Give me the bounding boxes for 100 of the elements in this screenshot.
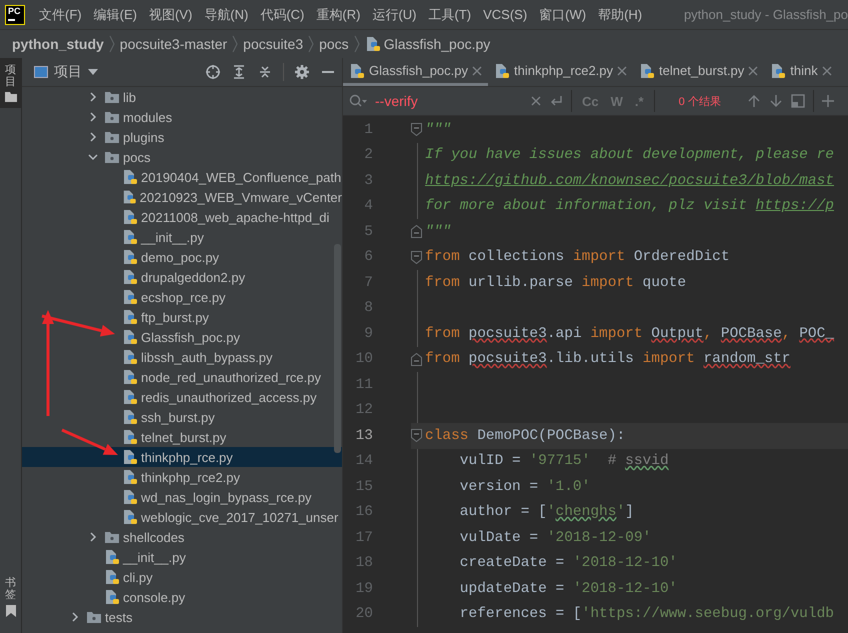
arrow-up-icon[interactable] xyxy=(746,94,761,108)
bookmarks-tool-tab[interactable]: 书签 xyxy=(0,570,21,623)
menu-item[interactable]: 窗口(W) xyxy=(533,6,592,24)
tree-item[interactable]: 20210923_WEB_Vmware_vCenter xyxy=(22,187,342,207)
project-tool-tab[interactable]: 项目 xyxy=(0,58,21,108)
arrow-down-icon[interactable] xyxy=(768,94,783,108)
close-icon[interactable] xyxy=(822,66,832,76)
app-logo: PC xyxy=(5,4,25,24)
tree-item[interactable]: ftp_burst.py xyxy=(22,307,342,327)
breadcrumb-item[interactable]: python_study xyxy=(12,36,104,52)
plus-icon[interactable] xyxy=(822,95,834,107)
code-line: vulDate = '2018-12-09' xyxy=(458,528,652,548)
tree-item[interactable]: modules xyxy=(22,107,342,127)
tree-item[interactable]: pocs xyxy=(22,147,342,167)
tree-item[interactable]: node_red_unauthorized_rce.py xyxy=(22,367,342,387)
collapse-all-icon[interactable] xyxy=(257,64,273,80)
tree-item[interactable]: drupalgeddon2.py xyxy=(22,267,342,287)
tree-item[interactable]: telnet_burst.py xyxy=(22,427,342,447)
line-number: 8 xyxy=(363,300,373,316)
menu-item[interactable]: 视图(V) xyxy=(142,6,198,24)
clear-icon[interactable] xyxy=(531,96,541,106)
line-number: 20 xyxy=(354,606,373,622)
menu-item[interactable]: 工具(T) xyxy=(422,6,478,24)
close-icon[interactable] xyxy=(748,66,758,76)
close-icon[interactable] xyxy=(472,66,482,76)
tree-item[interactable]: ssh_burst.py xyxy=(22,407,342,427)
python-file-icon xyxy=(122,369,138,385)
menu-item[interactable]: 代码(C) xyxy=(254,6,310,24)
link[interactable]: https://github.com/knownsec/pocsuite3/blob/mast xyxy=(425,168,848,194)
link[interactable]: https://p xyxy=(756,198,834,214)
code-line: references = ['https://www.seebug.org/vuldb xyxy=(458,605,835,624)
settings-icon[interactable] xyxy=(294,64,310,80)
line-number: 3 xyxy=(363,172,373,189)
python-file-icon xyxy=(122,229,138,245)
separator-icon xyxy=(307,35,316,53)
line-number: 7 xyxy=(363,274,373,291)
code-line: """ xyxy=(425,120,452,140)
scrollbar-thumb[interactable] xyxy=(334,244,341,453)
search-field[interactable]: --verify xyxy=(375,93,523,109)
fold-icon[interactable] xyxy=(411,429,422,442)
tree-item[interactable]: __init__.py xyxy=(22,227,342,247)
tree-item[interactable]: lib xyxy=(22,87,342,107)
search-icon[interactable] xyxy=(349,94,367,108)
newline-icon[interactable] xyxy=(549,95,563,107)
tree-item[interactable]: Glassfish_poc.py xyxy=(22,327,342,347)
tree-item[interactable]: console.py xyxy=(22,587,342,607)
tree-item[interactable]: cli.py xyxy=(22,567,342,587)
editor-tab[interactable]: think xyxy=(764,58,838,86)
breadcrumb-item[interactable]: pocs xyxy=(319,36,349,52)
tree-item[interactable]: 20190404_WEB_Confluence_path xyxy=(22,167,342,187)
tree-item[interactable]: 20211008_web_apache-httpd_di xyxy=(22,207,342,227)
menu-item[interactable]: 导航(N) xyxy=(198,6,254,24)
python-file-icon xyxy=(122,409,138,425)
python-file-icon xyxy=(104,589,120,605)
python-file-icon xyxy=(122,189,137,205)
separator-icon xyxy=(231,35,240,53)
fold-icon[interactable] xyxy=(411,123,422,136)
tree-item[interactable]: __init__.py xyxy=(22,547,342,567)
tree-item[interactable]: redis_unauthorized_access.py xyxy=(22,387,342,407)
python-file-icon xyxy=(639,62,656,78)
python-file-icon xyxy=(122,169,138,185)
tree-item[interactable]: demo_poc.py xyxy=(22,247,342,267)
python-file-icon xyxy=(122,249,138,265)
menu-item[interactable]: 编辑(E) xyxy=(88,6,143,24)
fold-icon[interactable] xyxy=(411,352,422,366)
editor-tab[interactable]: telnet_burst.py xyxy=(633,58,764,86)
tree-item[interactable]: weblogic_cve_2017_10271_unser xyxy=(22,507,342,527)
expand-all-icon[interactable] xyxy=(231,64,247,80)
editor-tab[interactable]: thinkphp_rce2.py xyxy=(488,58,634,86)
close-icon[interactable] xyxy=(617,66,628,76)
python-file-icon xyxy=(122,269,138,285)
menu-item[interactable]: 运行(U) xyxy=(366,6,422,24)
line-number: 12 xyxy=(354,402,373,418)
menu-item[interactable]: 帮助(H) xyxy=(592,6,648,24)
fold-icon[interactable] xyxy=(411,250,422,264)
crosshair-icon[interactable] xyxy=(205,64,221,80)
tree-item[interactable]: thinkphp_rce2.py xyxy=(22,467,342,487)
tree-item[interactable]: thinkphp_rce.py xyxy=(22,447,342,467)
tree-item[interactable]: shellcodes xyxy=(22,527,342,547)
line-number: 15 xyxy=(354,478,373,495)
tree-item[interactable]: wd_nas_login_bypass_rce.py xyxy=(22,487,342,507)
breadcrumb-item[interactable]: pocsuite3 xyxy=(243,36,304,52)
python-file-icon xyxy=(122,489,138,505)
breadcrumb-item[interactable]: Glassfish_poc.py xyxy=(364,36,490,52)
menu-item[interactable]: VCS(S) xyxy=(477,7,534,22)
breadcrumb-item[interactable]: pocsuite3-master xyxy=(120,36,228,52)
tree-item[interactable]: plugins xyxy=(22,127,342,147)
folder-icon xyxy=(104,89,120,105)
fold-icon[interactable] xyxy=(411,225,422,238)
caret-icon[interactable] xyxy=(88,69,98,75)
folder-icon xyxy=(104,529,120,545)
menu-item[interactable]: 文件(F) xyxy=(33,6,88,24)
tree-item[interactable]: libssh_auth_bypass.py xyxy=(22,347,342,367)
tree-item[interactable]: ecshop_rce.py xyxy=(22,287,342,307)
square-icon[interactable] xyxy=(790,94,805,108)
python-file-icon xyxy=(494,62,510,78)
python-file-icon xyxy=(122,509,138,525)
menu-item[interactable]: 重构(R) xyxy=(310,6,366,24)
python-file-icon xyxy=(122,209,138,225)
tree-item[interactable]: tests xyxy=(22,607,342,627)
